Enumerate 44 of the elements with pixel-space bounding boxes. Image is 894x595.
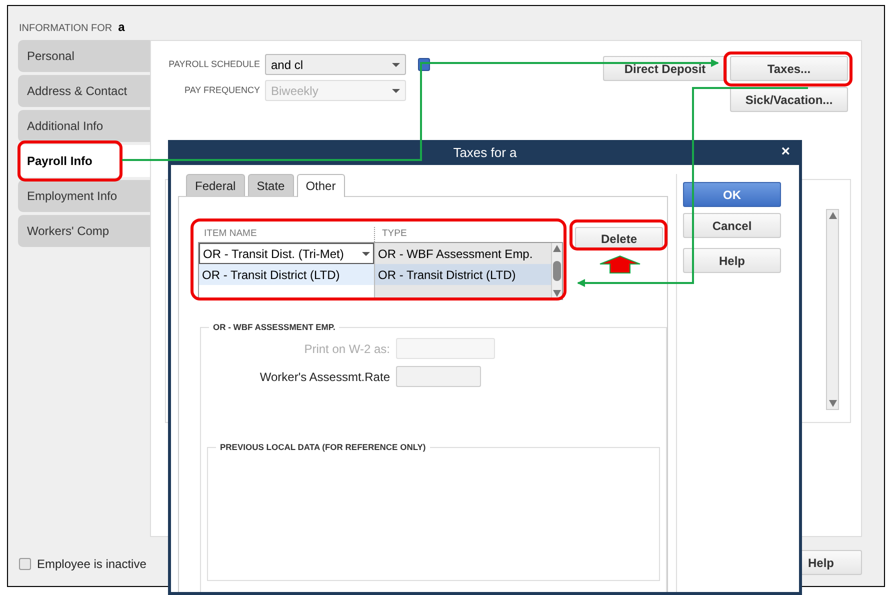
scrollbar[interactable]: [551, 243, 562, 299]
dropdown-field[interactable]: and cl: [265, 54, 406, 75]
group-title: OR - WBF ASSESSMENT EMP.: [209, 321, 340, 333]
table-row[interactable]: OR - Transit Dist. (Tri-Met) OR - WBF Assessment Emp.: [199, 243, 551, 264]
close-button[interactable]: ×: [778, 143, 793, 161]
taxes-button[interactable]: Taxes...: [730, 56, 848, 81]
caret-icon: [392, 62, 400, 66]
field-label: Print on W-2 as:: [303, 340, 391, 358]
tab[interactable]: Federal: [186, 174, 245, 196]
delete-button[interactable]: Delete: [575, 227, 663, 250]
table-cell: OR - Transit District (LTD): [374, 264, 551, 285]
sidebar-item[interactable]: Personal: [18, 40, 150, 72]
checkbox[interactable]: [19, 558, 31, 570]
table-cell: OR - WBF Assessment Emp.: [374, 243, 551, 264]
caret-icon: [392, 88, 400, 92]
sidebar-item[interactable]: Address & Contact: [18, 75, 150, 107]
table-row[interactable]: OR - Transit District (LTD) OR - Transit District (LTD): [199, 264, 551, 285]
field-label: PAY FREQUENCY: [183, 84, 261, 97]
dialog-button[interactable]: Help: [683, 248, 781, 273]
column-header: ITEM NAME: [203, 227, 258, 241]
employee-name: a: [118, 20, 125, 34]
group-title: PREVIOUS LOCAL DATA (FOR REFERENCE ONLY): [216, 441, 430, 453]
input-field[interactable]: [396, 338, 495, 359]
tab[interactable]: Other: [296, 174, 345, 197]
sidebar-item[interactable]: Employment Info: [18, 180, 150, 212]
up-arrow: [600, 255, 640, 274]
sidebar-item[interactable]: Payroll Info: [18, 145, 150, 177]
dialog-button[interactable]: Cancel: [683, 213, 781, 238]
dialog-title: Taxes for a: [453, 144, 517, 162]
field-label: PAYROLL SCHEDULE: [168, 58, 261, 71]
input-field[interactable]: [396, 366, 481, 387]
table-cell: OR - Transit District (LTD): [199, 264, 374, 285]
sidebar-item[interactable]: Additional Info: [18, 110, 150, 142]
sick-vacation-button[interactable]: Sick/Vacation...: [730, 87, 848, 112]
sidebar-item[interactable]: Workers' Comp: [18, 215, 150, 247]
header-label: INFORMATION FOR: [19, 23, 112, 34]
checkbox-label: Employee is inactive: [37, 556, 146, 573]
scrollbar[interactable]: [826, 209, 839, 410]
tab[interactable]: State: [248, 174, 294, 196]
caret-icon: [362, 252, 370, 256]
column-header: TYPE: [374, 227, 544, 242]
item-dropdown[interactable]: OR - Transit Dist. (Tri-Met): [199, 243, 374, 264]
ok-button[interactable]: OK: [683, 182, 781, 207]
field-label: Worker's Assessmt.Rate: [258, 368, 391, 386]
